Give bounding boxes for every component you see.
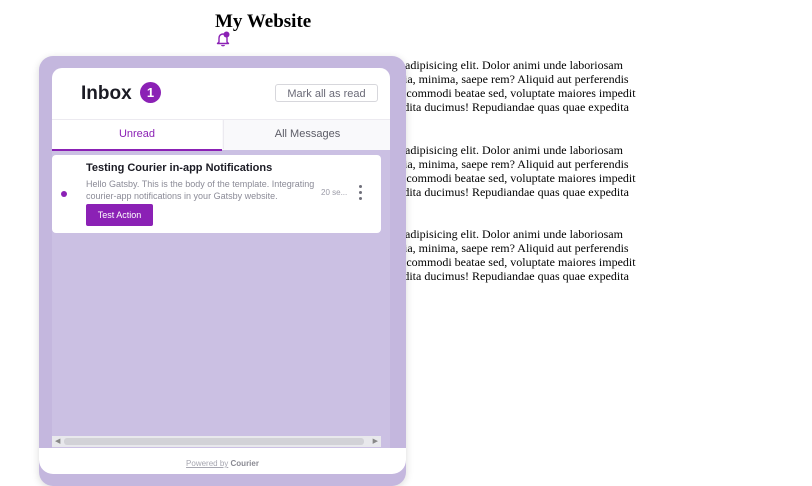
inbox-panel: Inbox 1 Mark all as read Unread All Mess… bbox=[52, 68, 390, 448]
paragraph-line: edita ducimus! Repudiandae quas quae exp… bbox=[398, 185, 629, 199]
scroll-thumb[interactable] bbox=[64, 438, 364, 445]
paragraph-line: uia, minima, saepe rem? Aliquid aut perf… bbox=[398, 241, 629, 255]
message-card[interactable]: Testing Courier in-app Notifications Hel… bbox=[52, 155, 381, 233]
powered-by[interactable]: Powered by Courier bbox=[39, 459, 406, 468]
paragraph-line: r adipisicing elit. Dolor animi unde lab… bbox=[398, 143, 623, 157]
paragraph-line: r adipisicing elit. Dolor animi unde lab… bbox=[398, 58, 623, 72]
message-body: Hello Gatsby. This is the body of the te… bbox=[86, 178, 322, 202]
inbox-header: Inbox 1 Mark all as read bbox=[52, 68, 390, 119]
horizontal-scrollbar[interactable]: ◀ ▶ bbox=[52, 436, 381, 447]
body-paragraph: r adipisicing elit. Dolor animi unde lab… bbox=[398, 227, 658, 283]
inbox-footer: Powered by Courier bbox=[39, 448, 406, 474]
bell-icon[interactable] bbox=[215, 31, 231, 47]
paragraph-line: a commodi beatae sed, voluptate maiores … bbox=[398, 255, 636, 269]
scroll-right-icon[interactable]: ▶ bbox=[373, 438, 378, 445]
tab-unread[interactable]: Unread bbox=[52, 120, 222, 151]
scroll-left-icon[interactable]: ◀ bbox=[55, 438, 60, 445]
paragraph-line: uia, minima, saepe rem? Aliquid aut perf… bbox=[398, 157, 629, 171]
message-title: Testing Courier in-app Notifications bbox=[86, 162, 273, 174]
paragraph-line: uia, minima, saepe rem? Aliquid aut perf… bbox=[398, 72, 629, 86]
body-paragraph: r adipisicing elit. Dolor animi unde lab… bbox=[398, 143, 658, 199]
body-paragraph: r adipisicing elit. Dolor animi unde lab… bbox=[398, 58, 658, 114]
inbox-tabs: Unread All Messages bbox=[52, 119, 390, 151]
unread-indicator bbox=[61, 191, 67, 197]
more-vertical-icon[interactable] bbox=[357, 185, 363, 203]
courier-logo: Courier bbox=[230, 459, 259, 468]
tab-all-messages[interactable]: All Messages bbox=[223, 120, 390, 149]
message-body-line: Hello Gatsby. This is the body of the te… bbox=[86, 179, 315, 189]
unread-count-badge: 1 bbox=[140, 82, 161, 103]
paragraph-line: a commodi beatae sed, voluptate maiores … bbox=[398, 171, 636, 185]
mark-all-read-button[interactable]: Mark all as read bbox=[275, 84, 378, 102]
inbox-title: Inbox bbox=[81, 83, 132, 104]
paragraph-line: edita ducimus! Repudiandae quas quae exp… bbox=[398, 100, 629, 114]
paragraph-line: a commodi beatae sed, voluptate maiores … bbox=[398, 86, 636, 100]
paragraph-line: edita ducimus! Repudiandae quas quae exp… bbox=[398, 269, 629, 283]
message-timestamp: 20 se... bbox=[321, 188, 348, 197]
message-body-line: courier-app notifications in your Gatsby… bbox=[86, 191, 278, 201]
test-action-button[interactable]: Test Action bbox=[86, 204, 153, 226]
powered-by-label: Powered by bbox=[186, 459, 229, 468]
paragraph-line: r adipisicing elit. Dolor animi unde lab… bbox=[398, 227, 623, 241]
